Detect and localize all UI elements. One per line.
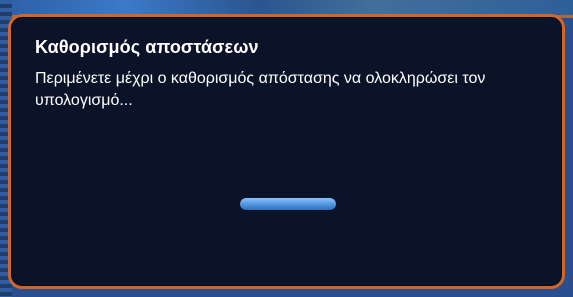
progress-bar: [240, 198, 336, 210]
dialog-message: Περιμένετε μέχρι ο καθορισμός απόστασης …: [35, 70, 486, 109]
dialog-title: Καθορισμός αποστάσεων: [35, 37, 259, 57]
distance-setup-dialog: Καθορισμός αποστάσεων Περιμένετε μέχρι ο…: [8, 14, 565, 289]
progress-indicator: [240, 198, 336, 210]
